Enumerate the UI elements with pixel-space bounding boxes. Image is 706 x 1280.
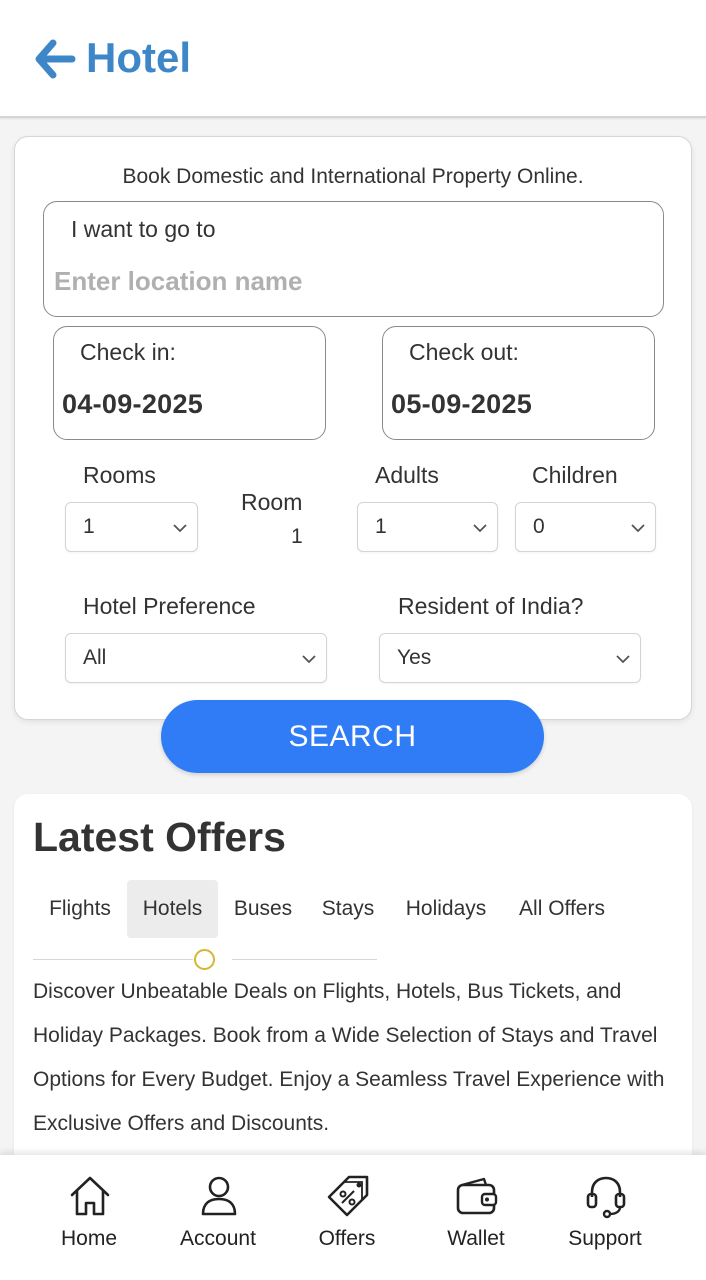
app-header: Hotel	[0, 0, 706, 118]
chevron-down-icon	[631, 524, 645, 533]
search-button[interactable]: SEARCH	[161, 700, 544, 773]
latest-offers-section: Latest Offers Flights Hotels Buses Stays…	[14, 794, 692, 1214]
resident-value: Yes	[397, 646, 432, 669]
rooms-value: 1	[83, 515, 95, 538]
wallet-icon	[456, 1177, 498, 1215]
check-out-date: 05-09-2025	[391, 389, 533, 419]
user-icon	[201, 1176, 237, 1216]
adults-select[interactable]: 1	[357, 502, 498, 552]
hotel-search-card: Book Domestic and International Property…	[14, 136, 692, 720]
nav-offers[interactable]: Offers	[282, 1155, 412, 1280]
offers-description: Discover Unbeatable Deals on Flights, Ho…	[33, 980, 665, 1135]
tab-stays[interactable]: Stays	[311, 880, 385, 938]
nav-wallet-label: Wallet	[447, 1227, 505, 1250]
chevron-down-icon	[302, 655, 316, 664]
resident-label: Resident of India?	[398, 593, 584, 619]
nav-support[interactable]: Support	[540, 1155, 670, 1280]
nav-support-label: Support	[568, 1227, 642, 1250]
back-button[interactable]	[34, 38, 76, 80]
tab-divider-left	[33, 959, 193, 960]
room-label: Room	[241, 489, 303, 515]
nav-wallet[interactable]: Wallet	[411, 1155, 541, 1280]
check-out-label: Check out:	[409, 339, 519, 365]
home-icon	[70, 1176, 110, 1216]
nav-home-label: Home	[60, 1227, 118, 1250]
tab-divider-right	[232, 959, 377, 960]
location-field[interactable]: I want to go to	[43, 201, 664, 317]
tab-all-offers[interactable]: All Offers	[510, 880, 614, 938]
nav-account-label: Account	[180, 1227, 256, 1250]
nav-account[interactable]: Account	[153, 1155, 283, 1280]
page-title: Hotel	[86, 34, 191, 81]
hotel-preference-label: Hotel Preference	[83, 593, 256, 619]
nav-offers-label: Offers	[318, 1227, 376, 1250]
tag-icon	[327, 1175, 369, 1217]
hotel-preference-select[interactable]: All	[65, 633, 327, 683]
resident-select[interactable]: Yes	[379, 633, 641, 683]
rooms-label: Rooms	[83, 462, 156, 488]
tab-flights[interactable]: Flights	[34, 880, 126, 938]
check-in-field[interactable]: Check in: 04-09-2025	[53, 326, 326, 440]
arrow-left-icon	[35, 39, 76, 79]
chevron-down-icon	[173, 524, 187, 533]
check-in-label: Check in:	[80, 339, 176, 365]
offers-tabs: Flights Hotels Buses Stays Holidays All …	[14, 880, 692, 938]
offers-title: Latest Offers	[33, 814, 286, 860]
carousel-indicator	[194, 949, 215, 970]
adults-label: Adults	[375, 462, 439, 488]
check-in-date: 04-09-2025	[62, 389, 204, 419]
tab-holidays[interactable]: Holidays	[397, 880, 495, 938]
hotel-preference-value: All	[83, 646, 107, 669]
card-intro-text: Book Domestic and International Property…	[122, 165, 584, 188]
children-value: 0	[533, 515, 545, 538]
location-input[interactable]	[54, 262, 644, 300]
children-select[interactable]: 0	[515, 502, 656, 552]
nav-home[interactable]: Home	[24, 1155, 154, 1280]
tab-buses[interactable]: Buses	[220, 880, 306, 938]
adults-value: 1	[375, 515, 387, 538]
chevron-down-icon	[616, 655, 630, 664]
chevron-down-icon	[473, 524, 487, 533]
rooms-select[interactable]: 1	[65, 502, 198, 552]
location-label: I want to go to	[71, 216, 216, 242]
headset-icon	[586, 1176, 626, 1219]
children-label: Children	[532, 462, 618, 488]
tab-hotels[interactable]: Hotels	[127, 880, 218, 938]
bottom-navigation: Home Account Offers Wallet Support	[0, 1155, 706, 1280]
room-count: 1	[291, 525, 303, 548]
check-out-field[interactable]: Check out: 05-09-2025	[382, 326, 655, 440]
